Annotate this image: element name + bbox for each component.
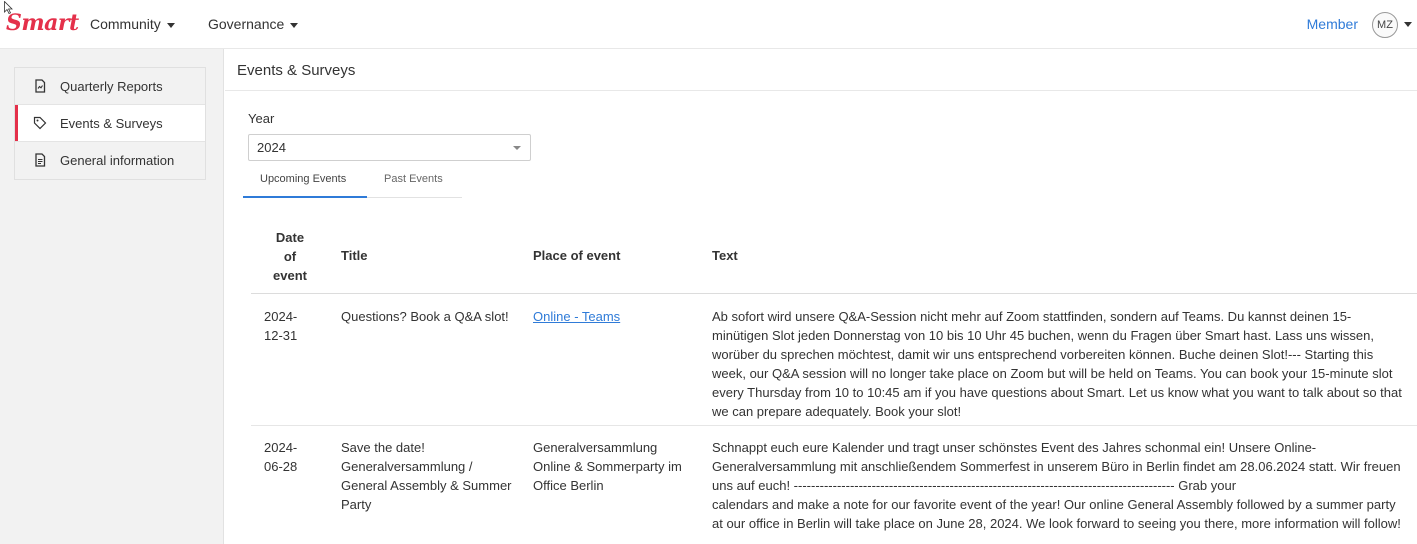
text-line: minütigen Slot jeden Donnerstag von 10 b…	[712, 328, 1374, 343]
text-line: at our office in Berlin will take place …	[712, 516, 1401, 531]
sidebar-item-quarterly-reports[interactable]: Quarterly Reports	[15, 68, 205, 105]
nav-governance[interactable]: Governance	[208, 16, 299, 32]
year-label: Year	[248, 111, 275, 126]
header-date-line3: event	[273, 268, 307, 283]
text-line: uns auf euch! --------------------------…	[712, 478, 1237, 493]
sidebar-item-label: Events & Surveys	[60, 116, 163, 131]
member-link[interactable]: Member	[1307, 16, 1358, 32]
sidebar-item-events-surveys[interactable]: Events & Surveys	[15, 105, 205, 142]
row2-date-line1: 2024-	[264, 440, 298, 455]
chevron-down-icon	[513, 146, 521, 150]
column-header-title: Title	[341, 248, 368, 263]
avatar[interactable]: MZ	[1372, 12, 1398, 38]
place-line: Generalversammlung	[533, 440, 658, 455]
header-date-line2: of	[283, 249, 297, 264]
tab-upcoming-events[interactable]: Upcoming Events	[260, 173, 346, 185]
sidebar-item-label: Quarterly Reports	[60, 79, 163, 94]
sidebar-item-general-information[interactable]: General information	[15, 142, 205, 179]
caret-down-icon	[166, 22, 175, 28]
place-line: Online & Sommerparty im	[533, 459, 682, 474]
row1-date-line1: 2024-	[264, 309, 298, 324]
column-header-place: Place of event	[533, 248, 621, 263]
place-link-online-teams[interactable]: Online - Teams	[533, 309, 620, 324]
row2-text: Schnappt euch eure Kalender und tragt un…	[712, 438, 1412, 533]
sidebar-menu: Quarterly Reports Events & Surveys Gener…	[14, 67, 206, 180]
nav-governance-label: Governance	[208, 16, 285, 32]
row2-title: Save the date! Generalversammlung / Gene…	[341, 438, 526, 514]
text-line: calendars and make a note for our favori…	[712, 497, 1396, 512]
page-title: Events & Surveys	[237, 62, 356, 79]
caret-down-icon	[290, 22, 299, 28]
document-icon	[35, 153, 46, 167]
avatar-caret-icon[interactable]	[1404, 22, 1412, 27]
column-header-text: Text	[712, 248, 738, 263]
text-line: week, our Q&A session will no longer tak…	[712, 366, 1393, 381]
row1-text: Ab sofort wird unsere Q&A-Session nicht …	[712, 307, 1412, 421]
text-line: every Thursday from 10 to 10:45 am if yo…	[712, 385, 1402, 400]
row-divider	[251, 425, 1417, 426]
title-line: General Assembly & Summer	[341, 478, 512, 493]
event-tabs: Upcoming Events Past Events	[243, 168, 462, 198]
year-select[interactable]: 2024	[248, 134, 531, 161]
column-header-date: Date of event	[270, 228, 310, 285]
row1-place: Online - Teams	[533, 307, 620, 326]
active-tab-indicator	[243, 196, 367, 198]
text-line: Ab sofort wird unsere Q&A-Session nicht …	[712, 309, 1352, 324]
smart-logo[interactable]: Smart	[6, 10, 79, 36]
row2-date-line2: 06-28	[264, 459, 298, 474]
text-line: Schnappt euch eure Kalender und tragt un…	[712, 440, 1317, 455]
tag-icon	[33, 116, 47, 130]
place-line: Office Berlin	[533, 478, 604, 493]
row2-place: Generalversammlung Online & Sommerparty …	[533, 438, 703, 495]
nav-community[interactable]: Community	[90, 16, 175, 32]
row1-title: Questions? Book a Q&A slot!	[341, 309, 509, 324]
title-line: Save the date!	[341, 440, 425, 455]
row1-date: 2024- 12-31	[264, 307, 297, 345]
top-navbar: Smart Community Governance Member MZ	[0, 0, 1417, 49]
row2-date: 2024- 06-28	[264, 438, 297, 476]
text-line: Generalversammlung mit anschließendem So…	[712, 459, 1401, 474]
sidebar-item-label: General information	[60, 153, 175, 168]
header-date-line1: Date	[275, 230, 305, 245]
row1-date-line2: 12-31	[264, 328, 298, 343]
report-icon	[35, 79, 46, 93]
tab-past-events[interactable]: Past Events	[384, 173, 443, 185]
title-line: Generalversammlung /	[341, 459, 473, 474]
title-line: Party	[341, 497, 372, 512]
nav-community-label: Community	[90, 16, 161, 32]
header-divider	[251, 293, 1417, 294]
page-header: Events & Surveys	[225, 49, 1417, 91]
year-select-value: 2024	[257, 140, 286, 155]
text-line: we can prepare adequately. Book your slo…	[712, 404, 962, 419]
text-line: worüber du sprechen möchtest, damit wir …	[712, 347, 1374, 362]
